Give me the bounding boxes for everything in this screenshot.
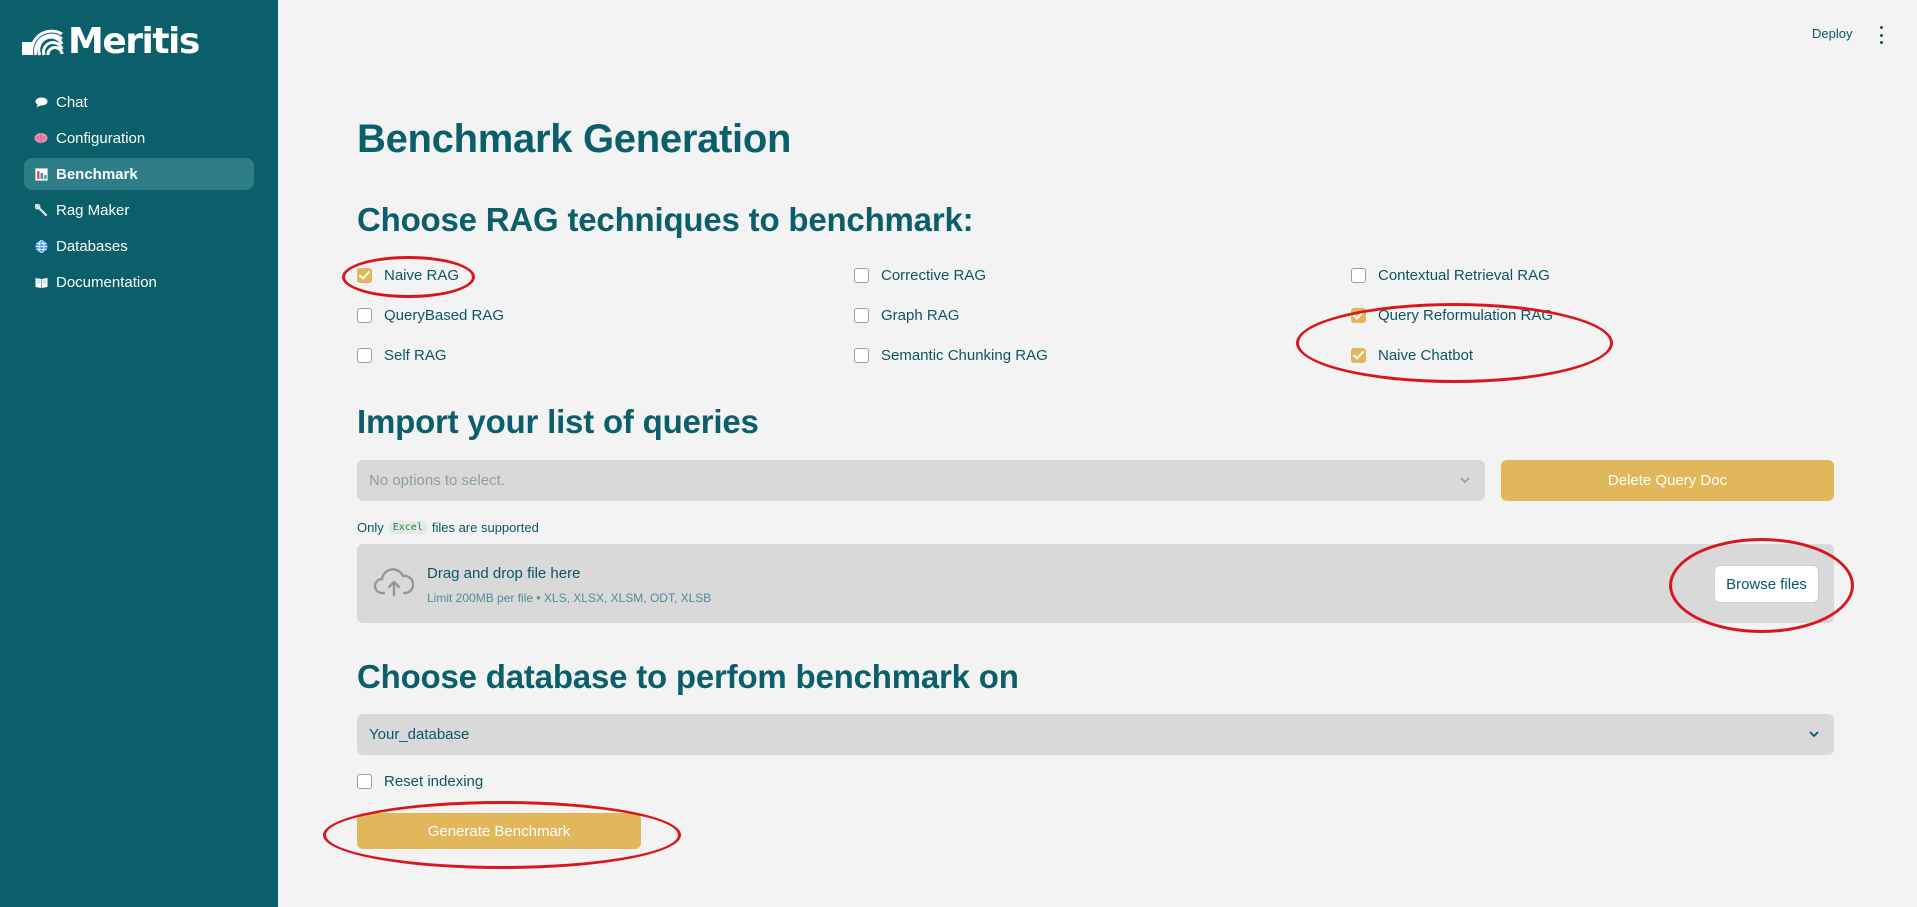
checkbox-checked[interactable]	[1351, 348, 1366, 363]
technique-checkbox-corrective-rag[interactable]: Corrective RAG	[854, 267, 986, 284]
note-code: Excel	[388, 521, 427, 534]
sidebar-item-label: Documentation	[56, 273, 157, 291]
globe-icon	[34, 239, 48, 253]
sidebar-item-databases[interactable]: Databases	[24, 230, 254, 262]
sidebar: Meritis Chat Configuration Benchmark Rag…	[0, 0, 278, 907]
checkbox-checked[interactable]	[357, 268, 372, 283]
speech-bubble-icon	[34, 95, 48, 109]
note-prefix: Only	[357, 520, 384, 535]
vertical-dots-icon[interactable]	[1876, 26, 1886, 44]
meritis-logo[interactable]: Meritis	[22, 21, 200, 62]
book-icon	[34, 275, 48, 289]
sidebar-item-label: Configuration	[56, 129, 146, 147]
reset-indexing-label: Reset indexing	[384, 773, 484, 790]
wrench-icon	[34, 203, 48, 217]
note-suffix: files are supported	[431, 520, 539, 535]
technique-checkbox-naive-chatbot[interactable]: Naive Chatbot	[1351, 347, 1473, 364]
query-doc-select[interactable]: No options to select.	[357, 460, 1485, 501]
sidebar-item-label: Databases	[56, 237, 128, 255]
checkbox-unchecked[interactable]	[854, 268, 869, 283]
technique-label: Graph RAG	[881, 307, 960, 324]
dropzone-limit: Limit 200MB per file • XLS, XLSX, XLSM, …	[427, 591, 712, 605]
database-heading: Choose database to perfom benchmark on	[357, 658, 1019, 695]
technique-label: QueryBased RAG	[384, 307, 505, 324]
brain-icon	[34, 131, 48, 145]
sidebar-item-label: Rag Maker	[56, 201, 130, 219]
dropzone-title: Drag and drop file here	[427, 565, 581, 582]
technique-checkbox-querybased-rag[interactable]: QueryBased RAG	[357, 307, 504, 324]
technique-label: Self RAG	[384, 347, 447, 364]
sidebar-item-rag-maker[interactable]: Rag Maker	[24, 194, 254, 226]
sidebar-item-label: Benchmark	[56, 165, 138, 183]
chevron-down-icon	[1459, 473, 1471, 490]
browse-files-label: Browse files	[1726, 575, 1807, 593]
checkbox-unchecked[interactable]	[854, 348, 869, 363]
checkbox-unchecked[interactable]	[854, 308, 869, 323]
delete-query-doc-button[interactable]: Delete Query Doc	[1501, 460, 1834, 501]
logo-text: Meritis	[68, 21, 200, 62]
technique-label: Semantic Chunking RAG	[881, 347, 1048, 364]
technique-checkbox-contextual-retrieval-rag[interactable]: Contextual Retrieval RAG	[1351, 267, 1550, 284]
checkbox-unchecked[interactable]	[1351, 268, 1366, 283]
supported-files-note: Only Excel files are supported	[357, 520, 539, 535]
browse-files-button[interactable]: Browse files	[1714, 565, 1819, 603]
query-doc-select-placeholder: No options to select.	[369, 472, 505, 489]
technique-label: Query Reformulation RAG	[1378, 307, 1554, 324]
sidebar-item-chat[interactable]: Chat	[24, 86, 254, 118]
checkbox-unchecked[interactable]	[357, 348, 372, 363]
database-select[interactable]: Your_database	[357, 714, 1834, 755]
generate-benchmark-label: Generate Benchmark	[427, 822, 571, 840]
technique-checkbox-graph-rag[interactable]: Graph RAG	[854, 307, 959, 324]
sidebar-item-documentation[interactable]: Documentation	[24, 266, 254, 298]
technique-checkbox-semantic-chunking-rag[interactable]: Semantic Chunking RAG	[854, 347, 1048, 364]
checkbox-checked[interactable]	[1351, 308, 1366, 323]
technique-label: Corrective RAG	[881, 267, 987, 284]
page-title: Benchmark Generation	[357, 117, 792, 161]
cloud-upload-icon	[373, 568, 415, 603]
bar-chart-icon	[34, 167, 48, 181]
generate-benchmark-button[interactable]: Generate Benchmark	[357, 813, 641, 849]
queries-heading: Import your list of queries	[357, 403, 759, 440]
file-dropzone[interactable]: Drag and drop file here Limit 200MB per …	[357, 544, 1834, 623]
sidebar-item-configuration[interactable]: Configuration	[24, 122, 254, 154]
technique-label: Contextual Retrieval RAG	[1378, 267, 1550, 284]
checkbox-unchecked[interactable]	[357, 308, 372, 323]
sidebar-item-benchmark[interactable]: Benchmark	[24, 158, 254, 190]
chevron-down-icon	[1808, 727, 1820, 744]
database-select-value: Your_database	[369, 726, 470, 743]
sidebar-item-label: Chat	[56, 93, 88, 111]
technique-checkbox-naive-rag[interactable]: Naive RAG	[357, 267, 459, 284]
techniques-heading: Choose RAG techniques to benchmark:	[357, 201, 974, 238]
technique-label: Naive Chatbot	[1378, 347, 1474, 364]
technique-checkbox-query-reformulation-rag[interactable]: Query Reformulation RAG	[1351, 307, 1553, 324]
technique-label: Naive RAG	[384, 267, 460, 284]
deploy-button[interactable]: Deploy	[1812, 26, 1852, 41]
sidebar-nav: Chat Configuration Benchmark Rag Maker D…	[24, 86, 254, 302]
technique-checkbox-self-rag[interactable]: Self RAG	[357, 347, 447, 364]
delete-query-doc-label: Delete Query Doc	[1607, 472, 1728, 489]
meritis-logo-icon	[22, 29, 64, 56]
checkbox-box[interactable]	[357, 774, 372, 789]
reset-indexing-checkbox[interactable]: Reset indexing	[357, 773, 483, 790]
